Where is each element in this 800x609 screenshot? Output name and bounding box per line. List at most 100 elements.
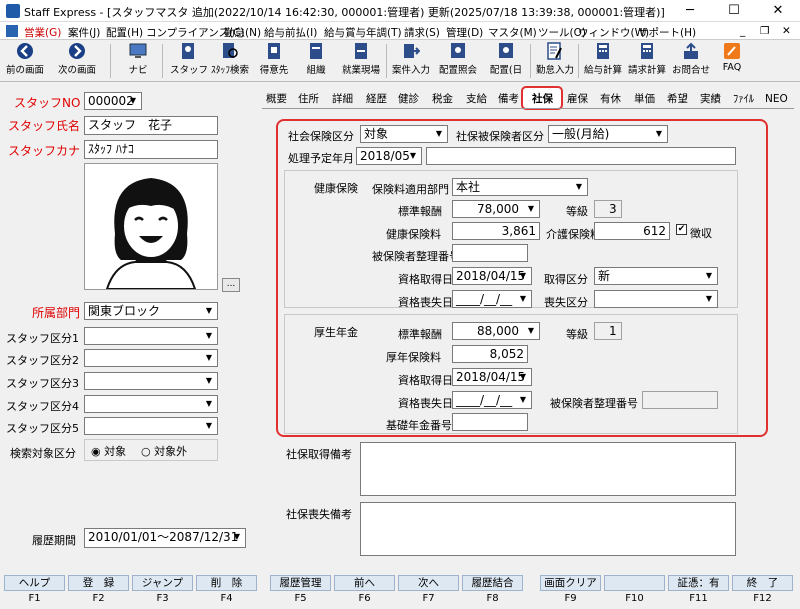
menu-assign[interactable]: 配置(H)	[106, 25, 143, 40]
child-minimize-button[interactable]: _	[740, 25, 745, 37]
collect-checkbox[interactable]: ✔	[676, 224, 687, 235]
close-button[interactable]: ✕	[756, 0, 800, 22]
tab-overview[interactable]: 概要	[264, 90, 289, 108]
menu-payroll[interactable]: 給与賞与年調(T)	[324, 25, 402, 40]
tab-employment-insurance[interactable]: 雇保	[565, 90, 590, 108]
f1-help-button[interactable]: ヘルプ	[4, 575, 65, 591]
std-remuneration-select[interactable]: 78,000 ▼	[452, 200, 540, 218]
site-button[interactable]: 就業現場	[338, 42, 384, 80]
tab-checkup[interactable]: 健診	[396, 90, 421, 108]
tab-file[interactable]: ﾌｧｲﾙ	[731, 90, 756, 108]
chevron-down-icon: ▼	[527, 204, 535, 213]
f12-exit-button[interactable]: 終 了	[732, 575, 793, 591]
acq-note-label: 社保取得備考	[286, 448, 352, 461]
health-premium-input[interactable]: 3,861	[452, 222, 540, 240]
pension-acq-date-select[interactable]: 2018/04/15 ▼	[452, 368, 532, 386]
tab-results[interactable]: 実績	[698, 90, 723, 108]
tab-detail[interactable]: 詳細	[330, 90, 355, 108]
staff-cat2-select[interactable]: ▼	[84, 349, 218, 367]
pension-std-select[interactable]: 88,000 ▼	[452, 322, 540, 340]
f2-register-button[interactable]: 登 録	[68, 575, 129, 591]
tab-paid-leave[interactable]: 有休	[598, 90, 623, 108]
care-premium-input[interactable]: 612	[594, 222, 670, 240]
tab-tax[interactable]: 税金	[430, 90, 455, 108]
system-menu-icon[interactable]	[6, 25, 18, 37]
maximize-button[interactable]: ☐	[712, 0, 756, 22]
toolbar-separator	[110, 44, 111, 78]
f4-delete-button[interactable]: 削 除	[196, 575, 257, 591]
prev-screen-button[interactable]: 前の画面	[2, 42, 48, 80]
staff-cat3-select[interactable]: ▼	[84, 372, 218, 390]
child-restore-button[interactable]: ❐	[760, 25, 769, 37]
premium-dept-label: 保険料適用部門	[372, 183, 449, 196]
assign-day-button[interactable]: 配置(日	[484, 42, 528, 80]
tab-notes[interactable]: 備考	[496, 90, 521, 108]
tab-preference[interactable]: 希望	[665, 90, 690, 108]
loss-note-textarea[interactable]	[360, 502, 736, 556]
minimize-button[interactable]: ─	[668, 0, 712, 22]
acquisition-date-select[interactable]: 2018/04/15 ▼	[452, 267, 532, 285]
assign-view-button[interactable]: 配置照会	[436, 42, 480, 80]
tab-pay[interactable]: 支給	[464, 90, 489, 108]
f5-history-button[interactable]: 履歴管理	[270, 575, 331, 591]
insured-category-select[interactable]: 一般(月給) ▼	[548, 125, 668, 143]
child-close-button[interactable]: ✕	[782, 25, 791, 37]
menu-billing[interactable]: 請求(S)	[404, 25, 440, 40]
pension-loss-date-select[interactable]: ____/__/__ ▼	[452, 391, 532, 409]
navi-button[interactable]: ナビ	[120, 42, 156, 80]
radio-target[interactable]: ◉ 対象	[91, 443, 126, 459]
tab-career[interactable]: 経歴	[364, 90, 389, 108]
staff-kana-input[interactable]: ｽﾀｯﾌ ﾊﾅｺ	[84, 140, 218, 159]
loss-date-select[interactable]: ____/__/__ ▼	[452, 290, 532, 308]
tab-social-insurance[interactable]: 社保	[530, 90, 555, 108]
pension-premium-input[interactable]: 8,052	[452, 345, 528, 363]
f10-button[interactable]	[604, 575, 665, 591]
f7-next-button[interactable]: 次へ	[398, 575, 459, 591]
f9-clear-button[interactable]: 画面クリア	[540, 575, 601, 591]
job-entry-button[interactable]: 案件入力	[390, 42, 432, 80]
history-period-select[interactable]: 2010/01/01～2087/12/31 ▼	[84, 528, 246, 548]
process-month-select[interactable]: 2018/05 ▼	[356, 147, 422, 165]
org-button[interactable]: 組織	[298, 42, 334, 80]
tab-neo[interactable]: NEO	[763, 90, 790, 108]
basic-pension-number-input[interactable]	[452, 413, 528, 431]
f8-merge-history-button[interactable]: 履歴結合	[462, 575, 523, 591]
ins-category-select[interactable]: 対象 ▼	[360, 125, 448, 143]
menu-master[interactable]: マスタ(M)	[488, 25, 537, 40]
tab-unit-price[interactable]: 単価	[632, 90, 657, 108]
menu-support[interactable]: サポート(H)	[638, 25, 696, 40]
f11-evidence-button[interactable]: 証憑：有	[668, 575, 729, 591]
staff-name-input[interactable]: スタッフ 花子	[84, 116, 218, 135]
acquisition-type-select[interactable]: 新 ▼	[594, 267, 718, 285]
staff-search-button[interactable]: ｽﾀｯﾌ検索	[208, 42, 252, 80]
staff-button[interactable]: スタッフ	[170, 42, 208, 80]
attendance-entry-button[interactable]: 勤怠入力	[534, 42, 576, 80]
photo-select-button[interactable]: ...	[222, 278, 240, 292]
payroll-calc-button[interactable]: 給与計算	[582, 42, 624, 80]
staff-cat4-select[interactable]: ▼	[84, 395, 218, 413]
dept-select[interactable]: 関東ブロック ▼	[84, 302, 218, 320]
radio-not-target[interactable]: ○ 対象外	[141, 443, 187, 459]
acq-note-textarea[interactable]	[360, 442, 736, 496]
premium-dept-select[interactable]: 本社 ▼	[452, 178, 588, 196]
staff-no-select[interactable]: 000002 ▼	[84, 92, 142, 110]
faq-button[interactable]: FAQ	[714, 42, 750, 80]
next-screen-button[interactable]: 次の画面	[54, 42, 100, 80]
loss-type-select[interactable]: ▼	[594, 290, 718, 308]
billing-calc-button[interactable]: 請求計算	[626, 42, 668, 80]
f3-jump-button[interactable]: ジャンプ	[132, 575, 193, 591]
tab-address[interactable]: 住所	[296, 90, 321, 108]
insured-number-input[interactable]	[452, 244, 528, 262]
menu-admin[interactable]: 管理(D)	[446, 25, 483, 40]
inquiry-button[interactable]: お問合せ	[670, 42, 712, 80]
staff-cat5-select[interactable]: ▼	[84, 417, 218, 435]
menu-sales[interactable]: 営業(G)	[24, 25, 61, 40]
process-month-note-input[interactable]	[426, 147, 736, 165]
menu-job[interactable]: 案件(J)	[68, 25, 100, 40]
staff-cat1-select[interactable]: ▼	[84, 327, 218, 345]
f6-prev-button[interactable]: 前へ	[334, 575, 395, 591]
menu-attendance[interactable]: 勤怠(N)	[224, 25, 261, 40]
search-target-label: 検索対象区分	[10, 447, 76, 460]
menu-advance[interactable]: 給与前払(I)	[264, 25, 317, 40]
client-button[interactable]: 得意先	[256, 42, 292, 80]
